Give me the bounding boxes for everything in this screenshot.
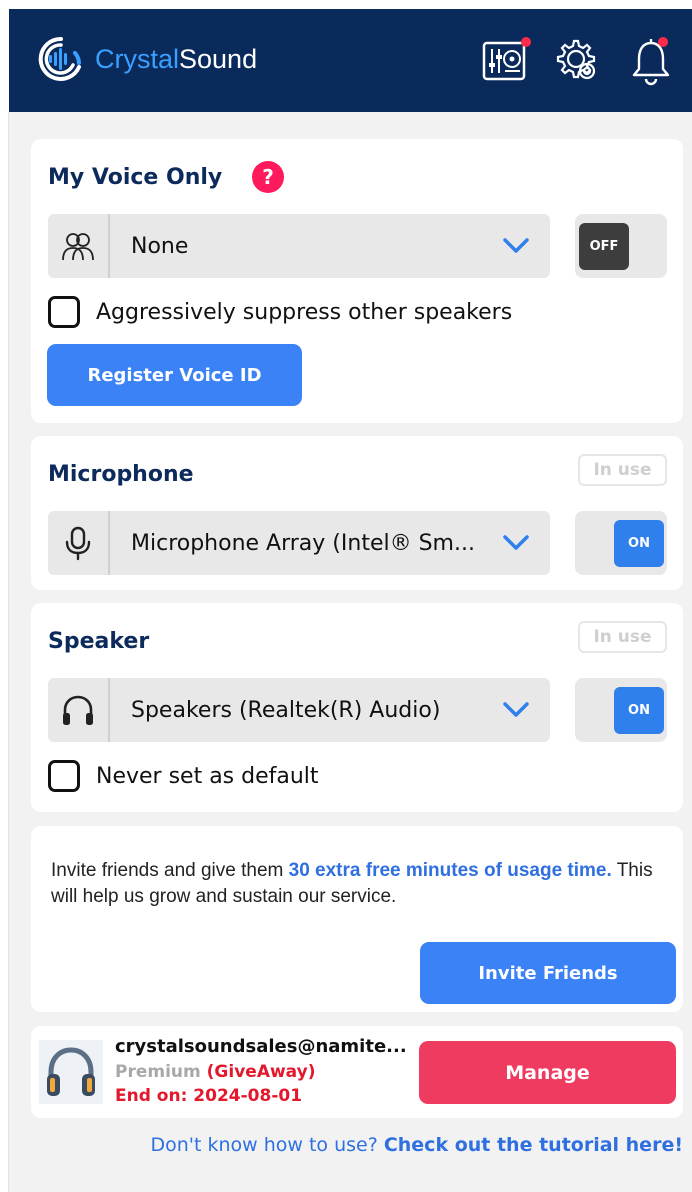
speaker-toggle[interactable]: ON bbox=[575, 678, 667, 742]
invite-message: Invite friends and give them 30 extra fr… bbox=[51, 858, 671, 910]
my-voice-title: My Voice Only bbox=[48, 165, 223, 190]
gear-icon bbox=[556, 39, 596, 80]
logo-sound-text: Sound bbox=[179, 43, 258, 74]
toggle-knob-off: OFF bbox=[579, 223, 629, 270]
speaker-card: Speaker In use Speakers (Realtek(R) Audi… bbox=[31, 603, 683, 812]
voice-profile-select-icon-wrap bbox=[48, 214, 110, 278]
my-voice-toggle[interactable]: OFF bbox=[575, 214, 667, 278]
my-voice-card: My Voice Only ? None OFF Aggressively su… bbox=[31, 139, 683, 423]
invite-friends-button[interactable]: Invite Friends bbox=[420, 942, 676, 1004]
microphone-select[interactable]: Microphone Array (Intel® Sm... bbox=[48, 511, 550, 575]
plan-end-date: End on: 2024-08-01 bbox=[115, 1086, 303, 1106]
crystalsound-logo-icon bbox=[38, 36, 81, 81]
toggle-knob-on: ON bbox=[614, 687, 664, 734]
toggle-knob-on: ON bbox=[614, 520, 664, 567]
mixer-button[interactable] bbox=[481, 33, 531, 89]
suppress-speakers-label: Aggressively suppress other speakers bbox=[96, 299, 513, 325]
chevron-down-icon bbox=[503, 535, 529, 550]
app-logo: CrystalSound bbox=[35, 31, 295, 87]
microphone-status-badge: In use bbox=[578, 454, 667, 486]
microphone-value: Microphone Array (Intel® Sm... bbox=[131, 530, 475, 556]
microphone-card: Microphone In use Microphone Array (Inte… bbox=[31, 436, 683, 590]
user-group-icon bbox=[62, 233, 94, 261]
speaker-title: Speaker bbox=[48, 629, 150, 654]
manage-button[interactable]: Manage bbox=[419, 1041, 676, 1104]
microphone-toggle[interactable]: ON bbox=[575, 511, 667, 575]
account-plan: Premium (GiveAway) bbox=[115, 1062, 315, 1082]
chevron-down-icon bbox=[503, 238, 529, 253]
register-voice-id-button[interactable]: Register Voice ID bbox=[47, 344, 302, 406]
never-default-checkbox[interactable] bbox=[48, 760, 80, 792]
account-email: crystalsoundsales@namite... bbox=[115, 1036, 407, 1057]
invite-text-start: Invite friends and give them bbox=[51, 860, 289, 881]
help-icon[interactable]: ? bbox=[252, 161, 284, 193]
plan-name: Premium bbox=[115, 1062, 201, 1082]
avatar bbox=[39, 1040, 103, 1104]
microphone-select-icon-wrap bbox=[48, 511, 110, 575]
never-default-option[interactable]: Never set as default bbox=[48, 760, 319, 792]
speaker-value: Speakers (Realtek(R) Audio) bbox=[131, 697, 441, 723]
voice-profile-select[interactable]: None bbox=[48, 214, 550, 278]
microphone-icon bbox=[65, 526, 91, 561]
never-default-label: Never set as default bbox=[96, 763, 319, 789]
voice-profile-value: None bbox=[131, 233, 189, 259]
speaker-select[interactable]: Speakers (Realtek(R) Audio) bbox=[48, 678, 550, 742]
invite-text-highlight: 30 extra free minutes of usage time. bbox=[288, 860, 612, 881]
plan-note: (GiveAway) bbox=[206, 1062, 316, 1082]
logo-crystal-text: Crystal bbox=[95, 43, 180, 74]
tutorial-question: Don't know how to use? bbox=[150, 1134, 384, 1156]
notifications-button[interactable] bbox=[627, 33, 677, 89]
suppress-speakers-option[interactable]: Aggressively suppress other speakers bbox=[48, 296, 512, 328]
notification-dot bbox=[658, 37, 668, 47]
speaker-select-icon-wrap bbox=[48, 678, 110, 742]
headphones-avatar-icon bbox=[47, 1047, 95, 1096]
microphone-title: Microphone bbox=[48, 462, 194, 487]
account-card: crystalsoundsales@namite... Premium (Giv… bbox=[31, 1026, 683, 1118]
app-name: CrystalSound bbox=[95, 44, 257, 75]
app-header: CrystalSound bbox=[9, 9, 692, 112]
mixer-notification-dot bbox=[521, 37, 531, 47]
speaker-status-badge: In use bbox=[578, 621, 667, 653]
settings-button[interactable] bbox=[554, 33, 604, 89]
headphones-icon bbox=[63, 695, 93, 725]
invite-card: Invite friends and give them 30 extra fr… bbox=[31, 826, 683, 1012]
chevron-down-icon bbox=[503, 702, 529, 717]
tutorial-link[interactable]: Check out the tutorial here! bbox=[384, 1134, 683, 1156]
bell-icon bbox=[632, 39, 670, 86]
suppress-speakers-checkbox[interactable] bbox=[48, 296, 80, 328]
tutorial-hint: Don't know how to use? Check out the tut… bbox=[150, 1134, 683, 1156]
